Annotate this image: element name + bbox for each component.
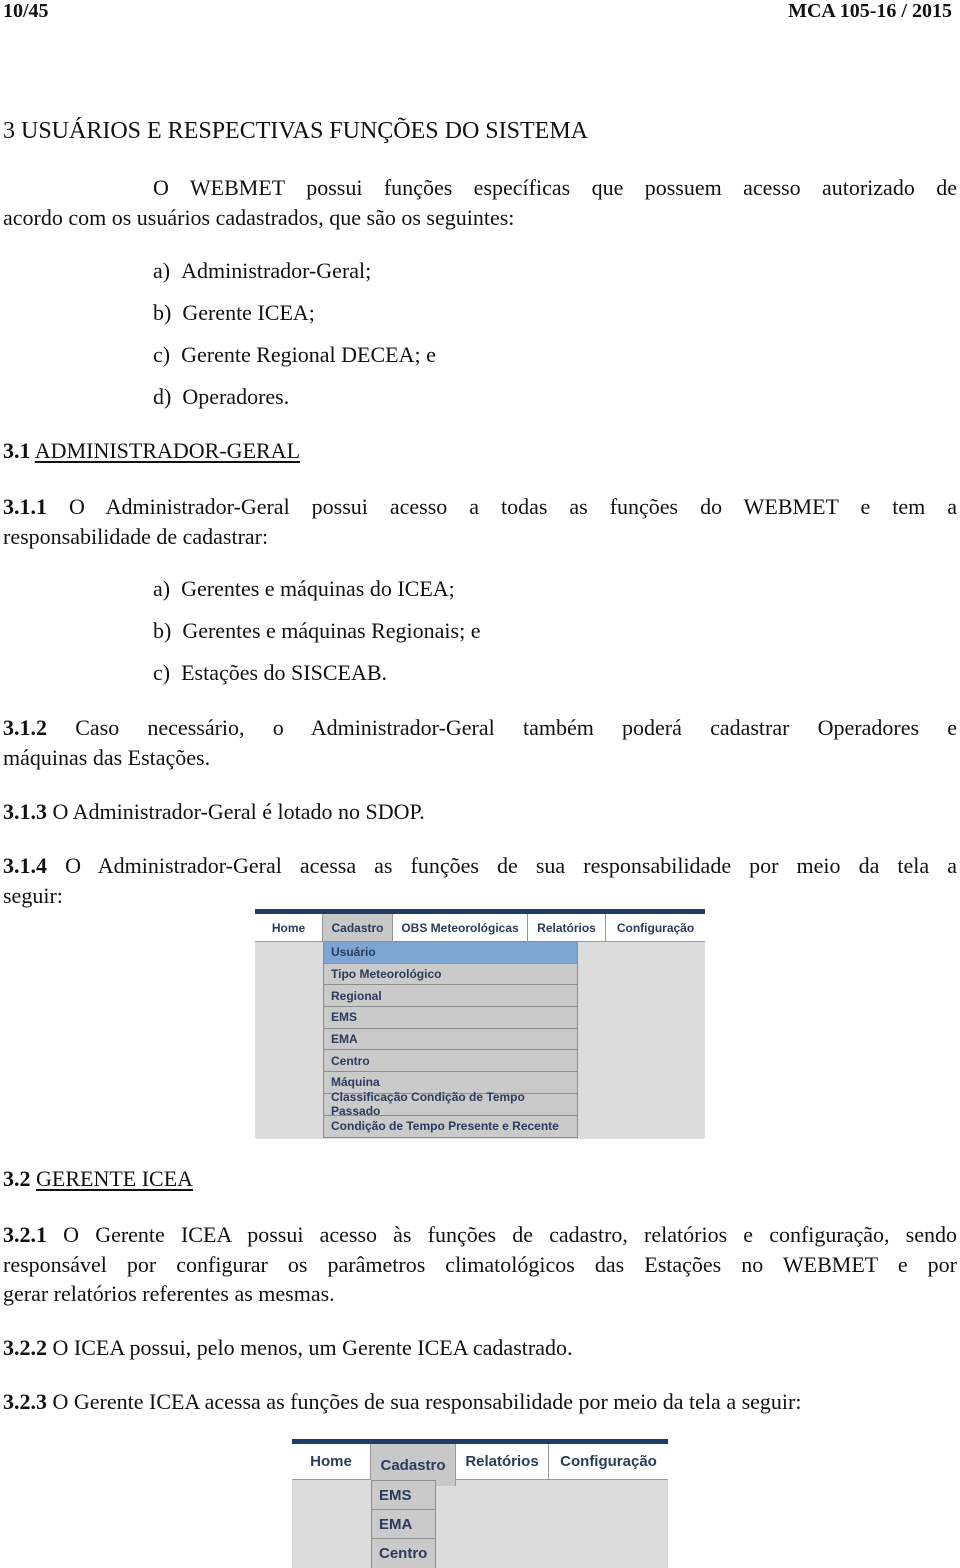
icea-menu-screenshot: Home Cadastro Relatórios Configuração EM… [292,1439,668,1568]
nav-tab-relatorios[interactable]: Relatórios [456,1444,549,1479]
list-marker: b) [153,618,172,643]
paragraph-text: O Administrador-Geral possui acesso a to… [68,494,958,519]
list-marker: c) [153,342,171,367]
nav-bar: Home Cadastro Relatórios Configuração [292,1444,668,1486]
menu-item-classificacao-condicao-tempo-passado[interactable]: Classificação Condição de Tempo Passado [324,1090,577,1118]
paragraph-text: O Administrador-Geral é lotado no SDOP. [52,799,425,824]
paragraph-3-1-3: 3.1.3 O Administrador-Geral é lotado no … [3,797,957,827]
list-text: Estações do SISCEAB. [181,660,388,685]
paragraph-number: 3.2.1 [3,1222,47,1247]
list-item: b) Gerentes e máquinas Regionais; e [153,618,480,644]
section-number: 3.2 [3,1166,31,1191]
paragraph-text: responsável por configurar os parâmetros… [3,1251,957,1277]
paragraph-3-2-2: 3.2.2 O ICEA possui, pelo menos, um Gere… [3,1333,957,1363]
list-text: Gerentes e máquinas do ICEA; [181,576,455,601]
chapter-title: 3 USUÁRIOS E RESPECTIVAS FUNÇÕES DO SIST… [3,118,588,144]
section-title: ADMINISTRADOR-GERAL [34,438,301,463]
list-marker: c) [153,660,171,685]
paragraph-text: seguir: [3,882,63,908]
paragraph-number: 3.2.2 [3,1335,47,1360]
menu-item-tipo-meteorologico[interactable]: Tipo Meteorológico [324,963,577,986]
nav-bar: Home Cadastro OBS Meteorológicas Relatór… [255,914,705,942]
admin-menu-screenshot: Home Cadastro OBS Meteorológicas Relatór… [255,909,705,1139]
nav-tab-cadastro[interactable]: Cadastro [323,914,393,941]
cadastro-dropdown-menu: Usuário Tipo Meteorológico Regional EMS … [323,941,578,1139]
paragraph-number: 3.1.3 [3,799,47,824]
menu-item-centro[interactable]: Centro [324,1050,577,1073]
list-item: c) Estações do SISCEAB. [153,660,387,686]
paragraph-3-2-1: 3.2.1 O Gerente ICEA possui acesso às fu… [3,1220,957,1309]
section-heading-3-2: 3.2 GERENTE ICEA [3,1166,193,1192]
paragraph-text: O Gerente ICEA possui acesso às funções … [63,1222,957,1247]
menu-item-centro[interactable]: Centro [372,1539,435,1568]
paragraph-number: 3.1.1 [3,494,47,519]
nav-tab-obs-meteorologicas[interactable]: OBS Meteorológicas [393,914,528,941]
menu-item-ems[interactable]: EMS [324,1007,577,1029]
list-item: c) Gerente Regional DECEA; e [153,342,436,368]
paragraph-3-1-1: 3.1.1 O Administrador-Geral possui acess… [3,492,957,551]
nav-tab-home[interactable]: Home [292,1444,371,1479]
paragraph-text: responsabilidade de cadastrar: [3,523,269,549]
menu-item-ems[interactable]: EMS [372,1481,435,1510]
list-text: Administrador-Geral; [181,258,372,283]
paragraph-text: O Administrador-Geral acessa as funções … [65,853,957,878]
paragraph-number: 3.1.4 [3,853,47,878]
paragraph-text: máquinas das Estações. [3,744,211,770]
list-marker: b) [153,300,172,325]
paragraph-text: O ICEA possui, pelo menos, um Gerente IC… [52,1335,573,1360]
cadastro-dropdown-menu: EMS EMA Centro [371,1480,436,1568]
section-number: 3.1 [3,438,31,463]
nav-tab-configuracao[interactable]: Configuração [606,914,705,941]
section-title: GERENTE ICEA [36,1166,194,1191]
paragraph-3-2-3: 3.2.3 O Gerente ICEA acessa as funções d… [3,1387,957,1417]
document-id: MCA 105-16 / 2015 [788,0,952,22]
list-item: b) Gerente ICEA; [153,300,315,326]
list-text: Gerente Regional DECEA; e [181,342,436,367]
list-marker: a) [153,258,171,283]
paragraph-text: gerar relatórios referentes as mesmas. [3,1281,335,1306]
paragraph-text: Caso necessário, o Administrador-Geral t… [75,715,958,740]
menu-item-usuario[interactable]: Usuário [324,942,577,964]
menu-item-ema[interactable]: EMA [372,1510,435,1539]
paragraph-text: O Gerente ICEA acessa as funções de sua … [52,1389,802,1414]
list-marker: d) [153,384,172,409]
paragraph-3-1-2: 3.1.2 Caso necessário, o Administrador-G… [3,713,957,772]
paragraph-number: 3.1.2 [3,715,47,740]
menu-item-regional[interactable]: Regional [324,985,577,1008]
list-marker: a) [153,576,171,601]
section-heading-3-1: 3.1 ADMINISTRADOR-GERAL [3,438,300,464]
intro-line-1: O WEBMET possui funções específicas que … [153,175,957,200]
list-item: a) Gerentes e máquinas do ICEA; [153,576,455,602]
list-text: Gerentes e máquinas Regionais; e [182,618,481,643]
page-number: 10/45 [3,0,49,22]
list-item: a) Administrador-Geral; [153,258,371,284]
chapter-intro: O WEBMET possui funções específicas que … [3,173,957,232]
list-text: Operadores. [182,384,290,409]
nav-tab-configuracao[interactable]: Configuração [549,1444,668,1479]
list-text: Gerente ICEA; [182,300,315,325]
paragraph-3-1-4: 3.1.4 O Administrador-Geral acessa as fu… [3,851,957,910]
intro-line-2: acordo com os usuários cadastrados, que … [3,204,515,230]
nav-tab-home[interactable]: Home [255,914,323,941]
paragraph-number: 3.2.3 [3,1389,47,1414]
menu-item-condicao-tempo-presente-recente[interactable]: Condição de Tempo Presente e Recente [324,1115,577,1138]
list-item: d) Operadores. [153,384,289,410]
menu-item-ema[interactable]: EMA [324,1028,577,1051]
nav-tab-relatorios[interactable]: Relatórios [528,914,606,941]
